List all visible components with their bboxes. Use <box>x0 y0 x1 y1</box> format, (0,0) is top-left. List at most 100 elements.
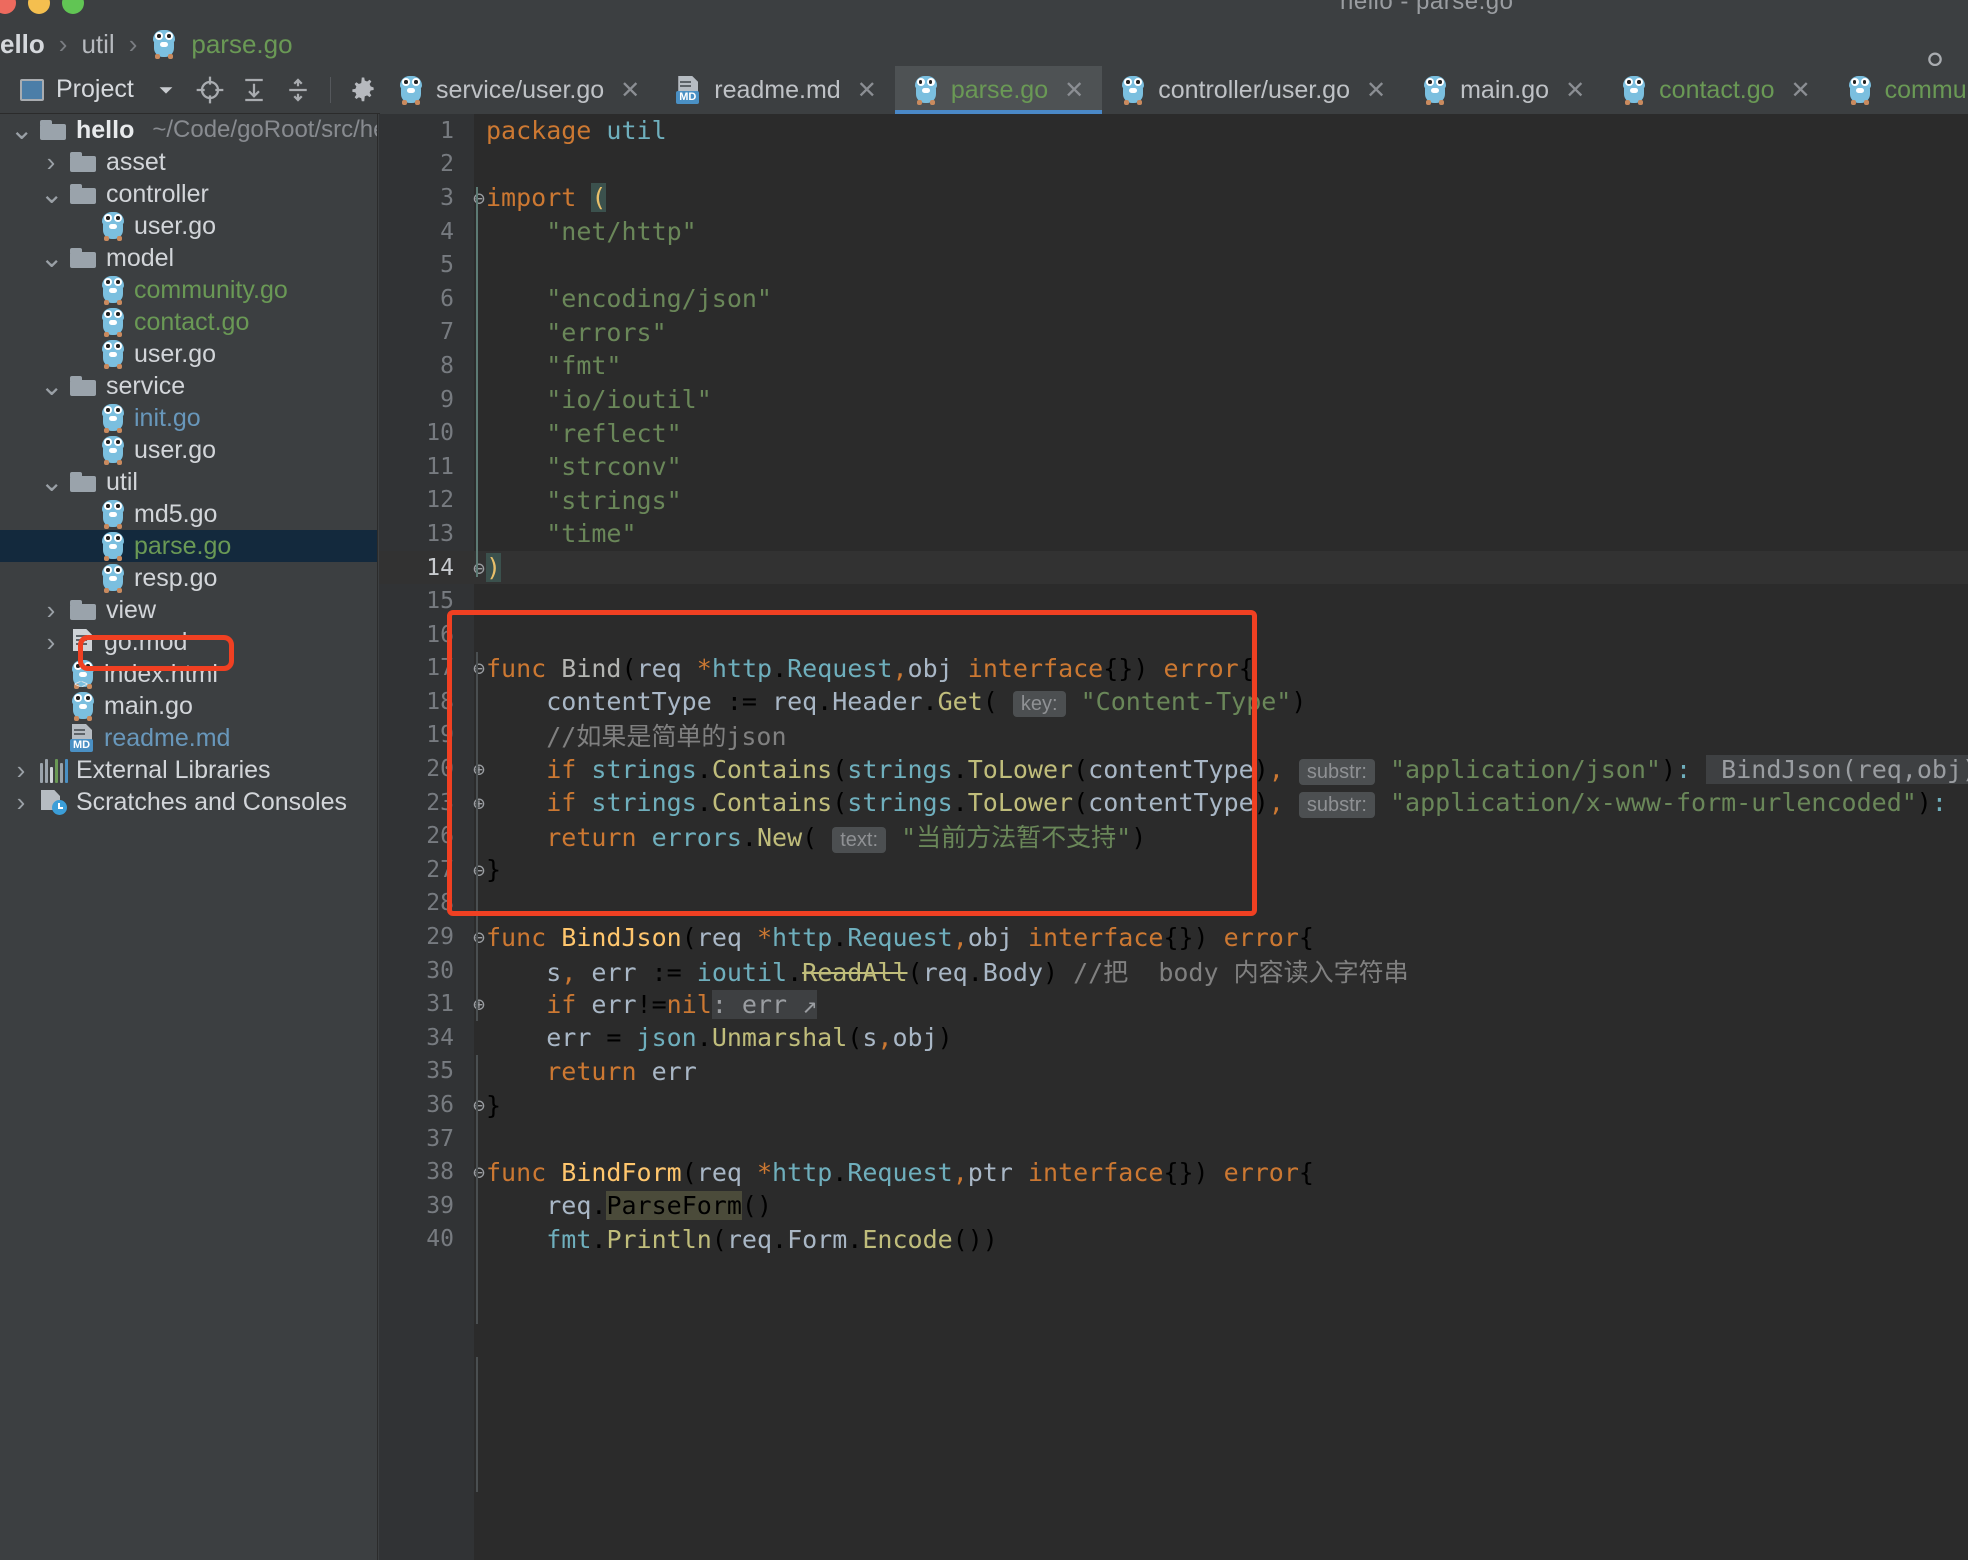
code-line[interactable]: 14 ⊖) <box>379 550 1968 585</box>
tree-item-resp-go[interactable]: resp.go <box>0 562 377 594</box>
chevron-right-icon[interactable]: › <box>40 627 62 658</box>
close-window-button[interactable] <box>0 0 16 14</box>
chevron-right-icon[interactable]: › <box>40 595 62 626</box>
chevron-right-icon[interactable]: › <box>10 787 32 818</box>
tree-item-md5-go[interactable]: md5.go <box>0 498 377 530</box>
code-line[interactable]: 28 <box>379 887 1968 921</box>
chevron-down-icon[interactable]: ⌄ <box>40 180 63 208</box>
tree-item-contact-go[interactable]: contact.go <box>0 306 377 338</box>
tree-item-asset[interactable]: › asset <box>0 146 377 178</box>
minimize-window-button[interactable] <box>28 0 50 14</box>
breadcrumb-item-project[interactable]: ello <box>0 29 45 60</box>
editor-tab-main-go[interactable]: main.go ✕ <box>1404 66 1603 114</box>
tree-item-service[interactable]: ⌄ service <box>0 370 377 402</box>
code-line[interactable]: 2 <box>379 148 1968 182</box>
code-line[interactable]: 20 ⊕ if strings.Contains(strings.ToLower(… <box>379 752 1968 786</box>
code-line[interactable]: 9 "io/ioutil" <box>379 383 1968 417</box>
tab-label: contact.go <box>1659 75 1775 104</box>
tree-item-model[interactable]: ⌄ model <box>0 242 377 274</box>
chevron-down-icon[interactable]: ⌄ <box>40 468 63 496</box>
code-line[interactable]: 11 "strconv" <box>379 450 1968 484</box>
tree-item-go-mod[interactable]: › go.mod <box>0 626 377 658</box>
breadcrumb-separator: › <box>58 28 68 59</box>
editor-tab-controller-user-go[interactable]: controller/user.go ✕ <box>1102 66 1404 114</box>
code-line[interactable]: 29 ⊖ func BindJson(req *http.Request,obj i… <box>379 920 1968 954</box>
chevron-down-icon[interactable]: ⌄ <box>40 244 63 272</box>
code-line[interactable]: 18 contentType := req.Header.Get( key: "… <box>379 685 1968 719</box>
tree-item-community-go[interactable]: community.go <box>0 274 377 306</box>
tree-item-user-go[interactable]: user.go <box>0 338 377 370</box>
code-line[interactable]: 8 "fmt" <box>379 349 1968 383</box>
tree-item-scratches-and-consoles[interactable]: › Scratches and Consoles <box>0 786 377 818</box>
code-line[interactable]: 19 //如果是简单的json <box>379 719 1968 753</box>
code-line[interactable]: 40 fmt.Println(req.Form.Encode()) <box>379 1223 1968 1257</box>
code-line[interactable]: 15 <box>379 584 1968 618</box>
code-line[interactable]: 16 <box>379 618 1968 652</box>
gear-icon[interactable] <box>346 73 380 107</box>
code-line[interactable]: 3 ⊖ import ( <box>379 181 1968 215</box>
chevron-down-icon[interactable]: ⌄ <box>40 372 63 400</box>
chevron-right-icon[interactable]: › <box>10 755 32 786</box>
code-line[interactable]: 30 s, err := ioutil.ReadAll(req.Body) //… <box>379 954 1968 988</box>
tree-item-controller[interactable]: ⌄ controller <box>0 178 377 210</box>
code-line[interactable]: 39 req.ParseForm() <box>379 1189 1968 1223</box>
code-line[interactable]: 5 <box>379 248 1968 282</box>
breadcrumb-item-file[interactable]: parse.go <box>191 29 292 60</box>
close-icon[interactable]: ✕ <box>857 76 877 105</box>
close-icon[interactable]: ✕ <box>620 76 640 105</box>
tree-item-readme-md[interactable]: MD readme.md <box>0 722 377 754</box>
tree-item-hello[interactable]: ⌄ hello ~/Code/goRoot/src/hello <box>0 114 377 146</box>
code-text: "strings" <box>546 485 682 515</box>
chevron-down-icon[interactable] <box>149 73 183 107</box>
code-line[interactable]: 4 "net/http" <box>379 215 1968 249</box>
expand-all-icon[interactable] <box>237 73 271 107</box>
tree-item-external-libraries[interactable]: › External Libraries <box>0 754 377 786</box>
editor-tab-contact-go[interactable]: contact.go ✕ <box>1603 66 1828 114</box>
tree-item-init-go[interactable]: init.go <box>0 402 377 434</box>
tree-item-util[interactable]: ⌄ util <box>0 466 377 498</box>
code-line[interactable]: 1 package util <box>379 114 1968 148</box>
tree-item-user-go[interactable]: user.go <box>0 210 377 242</box>
code-line[interactable]: 12 "strings" <box>379 484 1968 518</box>
tree-item-parse-go[interactable]: parse.go <box>0 530 377 562</box>
project-tool-window-button[interactable]: Project <box>0 66 144 114</box>
project-tree-panel[interactable]: ⌄ hello ~/Code/goRoot/src/hello › asset ⌄ cont… <box>0 114 378 1560</box>
close-icon[interactable]: ✕ <box>1366 76 1386 105</box>
editor-tab-readme-md[interactable]: MD readme.md ✕ <box>658 66 895 114</box>
code-line[interactable]: 31 ⊕ if err!=nil: err ↗ <box>379 987 1968 1021</box>
close-icon[interactable]: ✕ <box>1064 76 1084 105</box>
code-line[interactable]: 7 "errors" <box>379 316 1968 350</box>
code-content[interactable]: 1 package util 2 3 ⊖ import (4 "net/http" 5 6 "… <box>379 114 1968 1560</box>
code-line[interactable]: 10 "reflect" <box>379 416 1968 450</box>
tree-item-label: readme.md <box>104 723 231 752</box>
tree-item-view[interactable]: › view <box>0 594 377 626</box>
maximize-window-button[interactable] <box>62 0 84 14</box>
code-line[interactable]: 38 ⊖ func BindForm(req *http.Request,ptr i… <box>379 1155 1968 1189</box>
breadcrumb-item-folder[interactable]: util <box>81 29 114 60</box>
editor-tab-commu[interactable]: commu <box>1829 66 1968 114</box>
code-line[interactable]: 37 <box>379 1122 1968 1156</box>
collapse-all-icon[interactable] <box>281 73 315 107</box>
tree-item-user-go[interactable]: user.go <box>0 434 377 466</box>
chevron-down-icon[interactable]: ⌄ <box>10 116 33 144</box>
editor-tab-service-user-go[interactable]: service/user.go ✕ <box>380 66 658 114</box>
code-line[interactable]: 36 ⊖} <box>379 1088 1968 1122</box>
editor-tab-parse-go[interactable]: parse.go ✕ <box>894 66 1103 114</box>
code-line[interactable]: 27 ⊖} <box>379 853 1968 887</box>
close-icon[interactable]: ✕ <box>1791 76 1811 105</box>
code-line[interactable]: 13 "time" <box>379 517 1968 551</box>
chevron-right-icon[interactable]: › <box>40 147 62 178</box>
close-icon[interactable]: ✕ <box>1565 76 1585 105</box>
code-line[interactable]: 35 return err <box>379 1055 1968 1089</box>
code-editor[interactable]: 1 package util 2 3 ⊖ import (4 "net/http" 5 6 "… <box>379 114 1968 1560</box>
code-line[interactable]: 6 "encoding/json" <box>379 282 1968 316</box>
code-line[interactable]: 23 ⊕ if strings.Contains(strings.ToLower(… <box>379 786 1968 820</box>
folder-icon <box>70 247 98 269</box>
code-line[interactable]: 17 ⊖ func Bind(req *http.Request,obj inter… <box>379 652 1968 686</box>
locate-icon[interactable] <box>193 73 227 107</box>
tree-item-main-go[interactable]: main.go <box>0 690 377 722</box>
code-line[interactable]: 34 err = json.Unmarshal(s,obj) <box>379 1021 1968 1055</box>
tree-item-index-html[interactable]: <> index.html <box>0 658 377 691</box>
code-text: return errors.New( text: "当前方法暂不支持") <box>546 823 1147 854</box>
code-line[interactable]: 26 return errors.New( text: "当前方法暂不支持") <box>379 819 1968 854</box>
